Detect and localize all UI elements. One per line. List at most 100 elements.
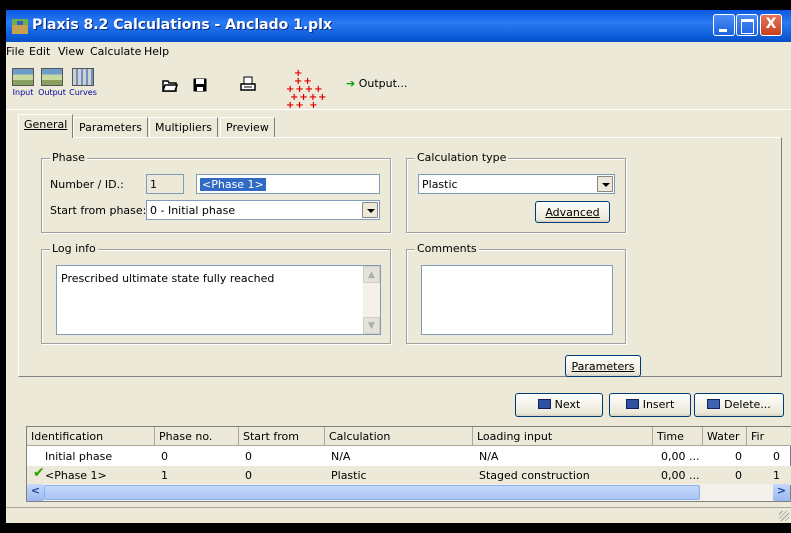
delete-phase-button[interactable]: Delete...	[694, 393, 784, 417]
floppy-disk-icon[interactable]	[193, 78, 207, 92]
scroll-down-icon[interactable]: ▼	[363, 317, 380, 334]
tab-parameters[interactable]: Parameters	[73, 117, 148, 137]
maximize-button[interactable]	[736, 14, 758, 36]
output-button-label: Output...	[358, 77, 408, 90]
curves-program-button[interactable]: Curves	[68, 68, 98, 97]
cell-first: 0	[773, 450, 780, 463]
column-header-phase-no[interactable]: Phase no.	[155, 427, 239, 446]
cell-phase-no: 0	[161, 450, 168, 463]
curves-program-icon	[72, 68, 94, 86]
column-header-loading-input[interactable]: Loading input	[473, 427, 653, 446]
delete-button-label: Delete...	[724, 398, 771, 411]
column-header-start-from[interactable]: Start from	[239, 427, 325, 446]
insert-button-label: Insert	[642, 398, 675, 411]
menu-edit[interactable]: Edit	[29, 45, 50, 58]
column-header-identification[interactable]: Identification	[27, 427, 155, 446]
output-program-button[interactable]: Output	[37, 68, 67, 97]
calculation-type-select[interactable]: Plastic	[418, 174, 615, 194]
input-program-label: Input	[12, 88, 34, 97]
scrollbar-thumb[interactable]	[44, 485, 700, 500]
column-header-water[interactable]: Water	[703, 427, 747, 446]
check-icon: ✔	[33, 465, 45, 481]
menu-view[interactable]: View	[58, 45, 84, 58]
delete-phase-icon	[707, 399, 721, 409]
input-program-icon	[12, 68, 34, 86]
arrow-right-icon: ➔	[346, 77, 356, 90]
cell-first: 1	[773, 469, 780, 482]
general-tab-page: Phase Number / ID.: 1 <Phase 1> Start fr…	[18, 137, 782, 377]
log-info-group: Log info Prescribed ultimate state fully…	[41, 242, 391, 344]
advanced-button-label: Advanced	[545, 206, 600, 219]
next-phase-icon	[537, 399, 551, 409]
tab-preview[interactable]: Preview	[220, 117, 275, 137]
cell-time: 0,00 ...	[661, 469, 700, 482]
tab-multipliers-label: Multipliers	[155, 121, 213, 134]
phase-number-value: 1	[150, 178, 157, 191]
cell-loading-input: Staged construction	[479, 469, 590, 482]
cell-water: 0	[735, 450, 742, 463]
menu-file[interactable]: File	[6, 45, 24, 58]
table-row[interactable]: Initial phase 0 0 N/A N/A 0,00 ... 0 0	[27, 447, 791, 466]
minimize-button[interactable]	[713, 14, 735, 36]
cell-identification: Initial phase	[45, 450, 113, 463]
toolbar: Input Output Curves + ++ ++++ ++++ ++ + …	[6, 62, 791, 111]
next-phase-button[interactable]: Next	[515, 393, 603, 417]
scroll-up-icon[interactable]: ▲	[363, 266, 380, 283]
menu-bar: File Edit View Calculate Help	[6, 42, 791, 62]
title-bar[interactable]: Plaxis 8.2 Calculations - Anclado 1.plx …	[6, 10, 791, 42]
start-from-phase-label: Start from phase:	[50, 204, 147, 217]
phase-number-field: 1	[146, 174, 184, 194]
calculation-type-value: Plastic	[422, 178, 458, 191]
cell-start-from: 0	[245, 450, 252, 463]
tab-general[interactable]: General	[18, 114, 74, 138]
cell-phase-no: 1	[161, 469, 168, 482]
input-program-button[interactable]: Input	[8, 68, 38, 97]
comments-group: Comments	[406, 242, 626, 344]
log-info-title: Log info	[50, 242, 98, 255]
printer-icon[interactable]	[240, 76, 256, 92]
parameters-button-label: Parameters	[571, 360, 635, 373]
close-icon: X	[765, 16, 777, 32]
start-from-phase-value: 0 - Initial phase	[150, 204, 236, 217]
cell-calculation: Plastic	[331, 469, 367, 482]
comments-input[interactable]	[421, 265, 613, 335]
phase-id-input[interactable]: <Phase 1>	[196, 174, 380, 194]
log-info-scrollbar[interactable]: ▲ ▼	[363, 266, 380, 334]
window-title: Plaxis 8.2 Calculations - Anclado 1.plx	[32, 17, 332, 33]
cell-water: 0	[735, 469, 742, 482]
close-button[interactable]: X	[760, 14, 782, 36]
advanced-button[interactable]: Advanced	[535, 201, 610, 223]
folder-open-icon[interactable]	[162, 79, 178, 92]
status-bar	[6, 507, 791, 523]
output-button[interactable]: ➔ Output...	[346, 77, 407, 90]
insert-phase-button[interactable]: Insert	[609, 393, 691, 417]
phase-group-title: Phase	[50, 151, 87, 164]
insert-phase-icon	[625, 399, 639, 409]
scroll-left-icon[interactable]: <	[27, 484, 44, 501]
phase-group: Phase Number / ID.: 1 <Phase 1> Start fr…	[41, 151, 391, 233]
menu-help[interactable]: Help	[144, 45, 169, 58]
menu-calculate[interactable]: Calculate	[90, 45, 141, 58]
phases-table: Identification Phase no. Start from Calc…	[26, 426, 791, 502]
curves-program-label: Curves	[69, 88, 97, 97]
tab-parameters-label: Parameters	[79, 121, 142, 134]
tab-preview-label: Preview	[226, 121, 269, 134]
select-points-icon[interactable]: + ++ ++++ ++++ ++ +	[286, 69, 327, 111]
table-horizontal-scrollbar[interactable]: < >	[27, 484, 790, 501]
chevron-down-icon[interactable]	[597, 176, 613, 192]
number-id-label: Number / ID.:	[50, 178, 124, 191]
tab-multipliers[interactable]: Multipliers	[149, 117, 219, 137]
cell-identification: <Phase 1>	[45, 469, 107, 482]
resize-grip-icon[interactable]	[779, 511, 789, 521]
calculation-panel: General Parameters Multipliers Preview P…	[10, 111, 787, 377]
column-header-first[interactable]: Fir	[747, 427, 791, 446]
start-from-phase-select[interactable]: 0 - Initial phase	[146, 200, 380, 220]
column-header-calculation[interactable]: Calculation	[325, 427, 473, 446]
parameters-button[interactable]: Parameters	[565, 355, 641, 377]
column-header-time[interactable]: Time	[653, 427, 703, 446]
scroll-right-icon[interactable]: >	[773, 484, 790, 501]
table-row[interactable]: ✔ <Phase 1> 1 0 Plastic Staged construct…	[27, 465, 791, 485]
chevron-down-icon[interactable]	[362, 202, 378, 218]
calculation-type-group: Calculation type Plastic Advanced	[406, 151, 626, 233]
plaxis-app-icon	[12, 19, 28, 34]
